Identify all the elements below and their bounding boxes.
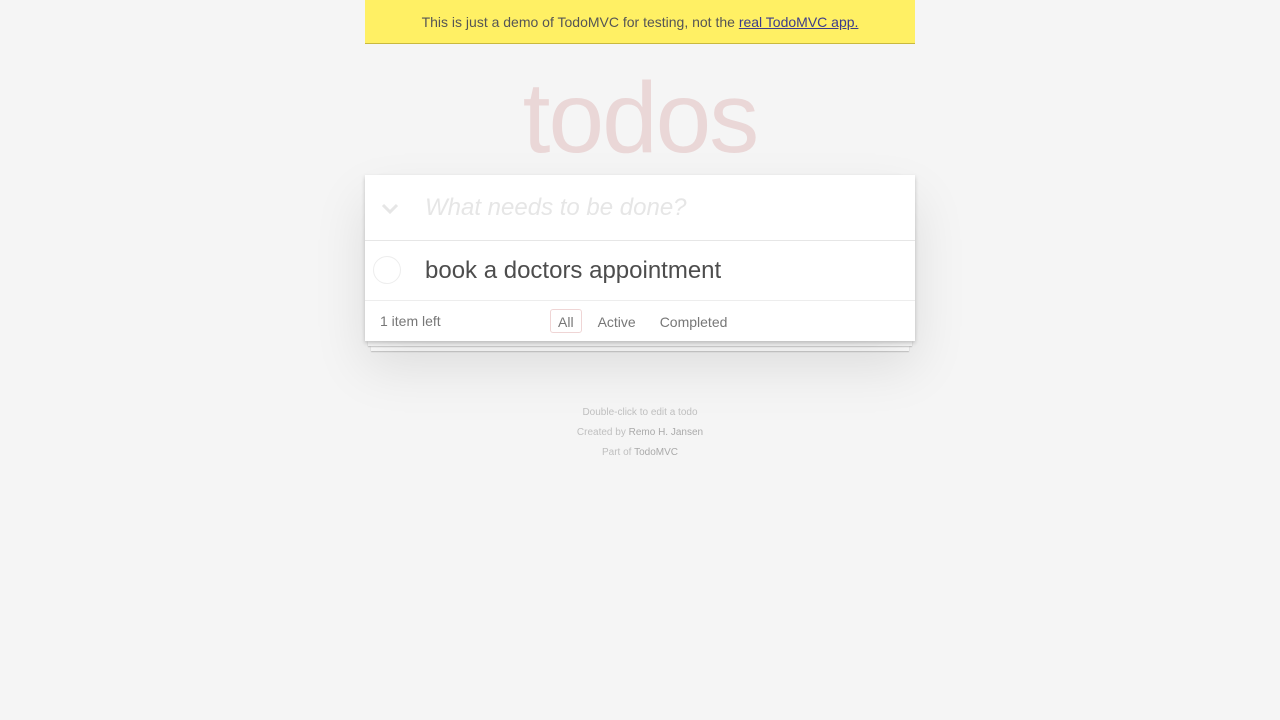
author-link[interactable]: Remo H. Jansen (629, 427, 703, 438)
part-of: Part of TodoMVC (0, 443, 1280, 463)
info-footer: Double-click to edit a todo Created by R… (0, 403, 1280, 463)
todo-count: 1 item left (380, 313, 441, 329)
app-title: todos (522, 62, 760, 174)
part-prefix: Part of (602, 447, 632, 458)
toggle-all-button[interactable] (365, 175, 415, 240)
filter-all[interactable]: All (550, 309, 582, 333)
todo-app: book a doctors appointment 1 item left A… (365, 175, 915, 341)
todomvc-link[interactable]: TodoMVC (634, 447, 678, 458)
chevron-down-icon (381, 195, 399, 221)
filter-active[interactable]: Active (590, 309, 644, 333)
todo-checkbox[interactable] (373, 256, 401, 284)
todo-label: book a doctors appointment (425, 257, 722, 284)
edit-hint: Double-click to edit a todo (582, 407, 698, 418)
demo-banner: This is just a demo of TodoMVC for testi… (365, 0, 915, 44)
created-prefix: Created by (576, 427, 626, 438)
real-todomvc-link[interactable]: real TodoMVC app. (739, 14, 859, 30)
new-todo-input[interactable] (425, 175, 905, 240)
todo-header (365, 175, 915, 241)
created-by: Created by Remo H. Jansen (0, 423, 1280, 443)
stack-shadow-2 (371, 346, 909, 351)
filter-completed[interactable]: Completed (652, 309, 736, 333)
stack-shadow-1 (368, 341, 912, 346)
filters: All Active Completed (550, 309, 735, 333)
todo-list: book a doctors appointment (365, 241, 915, 301)
banner-text: This is just a demo of TodoMVC for testi… (421, 14, 735, 30)
todo-footer: 1 item left All Active Completed (365, 301, 915, 341)
todo-item[interactable]: book a doctors appointment (365, 241, 915, 301)
